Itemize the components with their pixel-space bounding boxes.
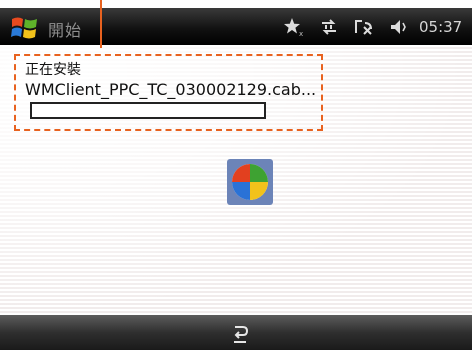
callout-leader-line: [100, 0, 102, 48]
soft-key-bar: [0, 315, 472, 350]
title-bar: 開始 x 05:37: [0, 8, 472, 45]
no-signal-icon[interactable]: [353, 17, 375, 37]
back-icon[interactable]: [229, 321, 251, 345]
notification-star-icon[interactable]: x: [283, 17, 305, 37]
windows-logo-icon: [227, 159, 273, 205]
install-progress-bar: [30, 102, 266, 119]
start-flag-icon[interactable]: [10, 14, 40, 40]
clock[interactable]: 05:37: [419, 18, 462, 36]
install-filename: WMClient_PPC_TC_030002129.cab...: [25, 80, 317, 99]
device-screen: 開始 x 05:37 正在安裝 WMClient_PPC_TC_03000212…: [0, 0, 472, 350]
svg-text:x: x: [299, 30, 303, 37]
install-status-text: 正在安裝: [25, 62, 81, 78]
start-label[interactable]: 開始: [48, 17, 82, 41]
connectivity-icon[interactable]: [319, 17, 339, 37]
speaker-icon[interactable]: [389, 17, 407, 37]
status-icons: x 05:37: [283, 14, 462, 40]
